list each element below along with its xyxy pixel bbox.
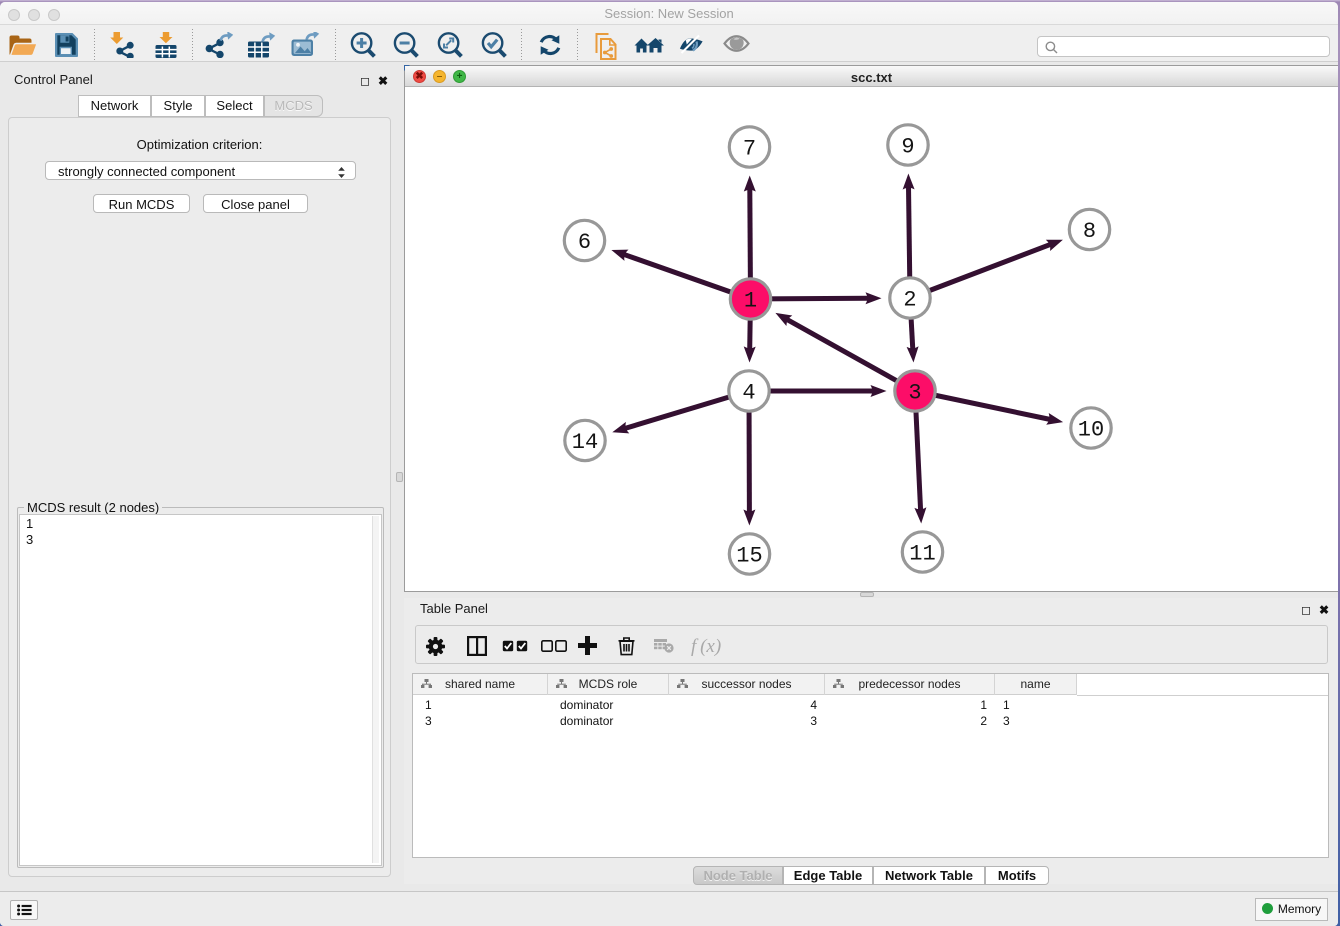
svg-text:6: 6	[578, 230, 591, 255]
svg-text:3: 3	[908, 381, 921, 406]
svg-text:14: 14	[572, 430, 598, 455]
svg-text:15: 15	[736, 544, 762, 569]
svg-text:1: 1	[744, 289, 757, 314]
svg-text:9: 9	[901, 135, 914, 160]
svg-text:7: 7	[743, 137, 756, 162]
svg-text:4: 4	[742, 381, 755, 406]
svg-text:8: 8	[1083, 219, 1096, 244]
svg-text:11: 11	[909, 542, 935, 567]
svg-text:10: 10	[1078, 418, 1104, 443]
svg-text:2: 2	[903, 288, 916, 313]
